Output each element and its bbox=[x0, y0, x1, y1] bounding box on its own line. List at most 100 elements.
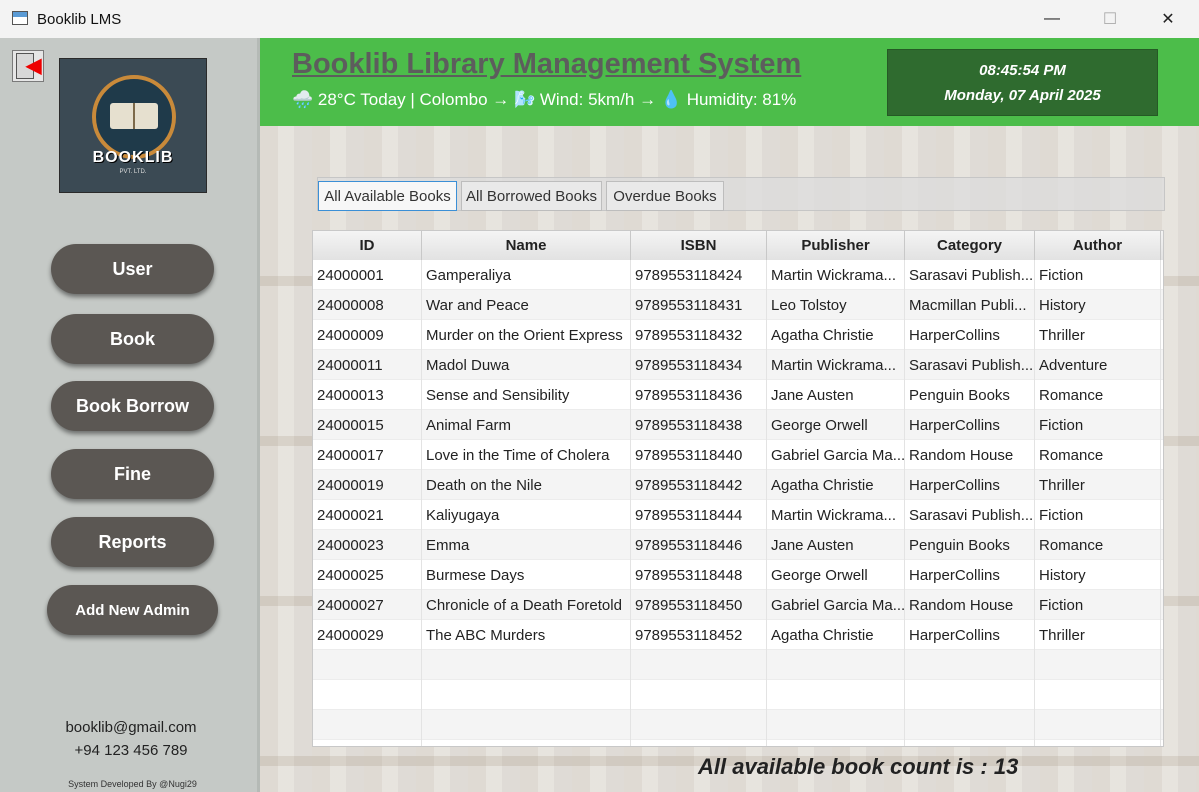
cell-id: 24000019 bbox=[313, 470, 422, 500]
window-title-bar: Booklib LMS — ☐ ✕ bbox=[0, 0, 1199, 39]
book-count-label: All available book count is : 13 bbox=[698, 754, 1019, 779]
column-header-name[interactable]: Name bbox=[422, 231, 631, 260]
cell-category: HarperCollins bbox=[905, 620, 1035, 650]
cell-author: Romance bbox=[1035, 530, 1161, 560]
logout-button[interactable]: ◀ bbox=[12, 50, 44, 82]
cell-isbn: 9789553118436 bbox=[631, 380, 767, 410]
cell-id bbox=[313, 680, 422, 710]
table-empty-row bbox=[313, 710, 1163, 740]
table-row[interactable]: 24000001 Gamperaliya 9789553118424 Martin W… bbox=[313, 260, 1163, 290]
add-new-admin-button[interactable]: Add New Admin bbox=[47, 585, 218, 635]
maximize-button[interactable]: ☐ bbox=[1081, 0, 1139, 38]
cell-isbn: 9789553118448 bbox=[631, 560, 767, 590]
open-book-icon bbox=[110, 103, 158, 129]
column-header-isbn[interactable]: ISBN bbox=[631, 231, 767, 260]
books-table[interactable]: ID Name ISBN Publisher Category Author 2… bbox=[312, 230, 1164, 747]
book-borrow-button[interactable]: Book Borrow bbox=[51, 381, 214, 431]
contact-email: booklib@gmail.com bbox=[65, 719, 197, 736]
column-header-category[interactable]: Category bbox=[905, 231, 1035, 260]
cell-name: Chronicle of a Death Foretold bbox=[422, 590, 631, 620]
tab-all-borrowed-books[interactable]: All Borrowed Books bbox=[461, 181, 602, 211]
cell-name bbox=[422, 710, 631, 740]
cell-category: Random House bbox=[905, 440, 1035, 470]
cell-id: 24000009 bbox=[313, 320, 422, 350]
reports-button[interactable]: Reports bbox=[51, 517, 214, 567]
table-empty-row bbox=[313, 680, 1163, 710]
cell-isbn: 9789553118444 bbox=[631, 500, 767, 530]
cell-category: Sarasavi Publish... bbox=[905, 350, 1035, 380]
table-row[interactable]: 24000015 Animal Farm 9789553118438 George O… bbox=[313, 410, 1163, 440]
table-row[interactable]: 24000019 Death on the Nile 9789553118442 Ag… bbox=[313, 470, 1163, 500]
cell-author: Thriller bbox=[1035, 470, 1161, 500]
table-row[interactable]: 24000009 Murder on the Orient Express 9789… bbox=[313, 320, 1163, 350]
cell-isbn: 9789553118431 bbox=[631, 290, 767, 320]
logo-text: BOOKLIB bbox=[92, 149, 174, 166]
cell-id: 24000021 bbox=[313, 500, 422, 530]
cell-name: Love in the Time of Cholera bbox=[422, 440, 631, 470]
developer-credit: System Developed By @Nugi29 bbox=[68, 779, 197, 789]
cell-category bbox=[905, 680, 1035, 710]
user-button[interactable]: User bbox=[51, 244, 214, 294]
cell-isbn: 9789553118440 bbox=[631, 440, 767, 470]
cell-isbn: 9789553118432 bbox=[631, 320, 767, 350]
cell-author: Thriller bbox=[1035, 620, 1161, 650]
booklib-logo: BOOKLIB PVT. LTD. bbox=[59, 58, 207, 193]
table-row[interactable]: 24000025 Burmese Days 9789553118448 George … bbox=[313, 560, 1163, 590]
cell-id bbox=[313, 710, 422, 740]
cell-category: HarperCollins bbox=[905, 470, 1035, 500]
table-row[interactable]: 24000027 Chronicle of a Death Foretold 978… bbox=[313, 590, 1163, 620]
cell-author bbox=[1035, 650, 1161, 680]
table-row[interactable]: 24000029 The ABC Murders 9789553118452 Agat… bbox=[313, 620, 1163, 650]
cell-isbn: 9789553118424 bbox=[631, 260, 767, 290]
cell-publisher bbox=[767, 680, 905, 710]
cell-author: History bbox=[1035, 290, 1161, 320]
cell-name: Death on the Nile bbox=[422, 470, 631, 500]
fine-button[interactable]: Fine bbox=[51, 449, 214, 499]
cell-category: HarperCollins bbox=[905, 410, 1035, 440]
app-window-icon bbox=[12, 11, 28, 25]
column-header-publisher[interactable]: Publisher bbox=[767, 231, 905, 260]
cell-name: The ABC Murders bbox=[422, 620, 631, 650]
cell-name bbox=[422, 740, 631, 746]
cell-author: Fiction bbox=[1035, 500, 1161, 530]
cell-category bbox=[905, 740, 1035, 746]
cell-category: Sarasavi Publish... bbox=[905, 260, 1035, 290]
cell-publisher: Jane Austen bbox=[767, 380, 905, 410]
header-banner: Booklib Library Management System 🌧️ 28°… bbox=[260, 38, 1199, 126]
logo-subtext: PVT. LTD. bbox=[119, 169, 147, 175]
cell-publisher: Martin Wickrama... bbox=[767, 350, 905, 380]
close-button[interactable]: ✕ bbox=[1139, 0, 1197, 38]
cell-publisher: Martin Wickrama... bbox=[767, 500, 905, 530]
contact-phone: +94 123 456 789 bbox=[74, 742, 188, 759]
column-header-author[interactable]: Author bbox=[1035, 231, 1161, 260]
table-row[interactable]: 24000011 Madol Duwa 9789553118434 Martin Wi… bbox=[313, 350, 1163, 380]
table-row[interactable]: 24000008 War and Peace 9789553118431 Leo To… bbox=[313, 290, 1163, 320]
clock-panel: 08:45:54 PM Monday, 07 April 2025 bbox=[887, 49, 1158, 116]
table-row[interactable]: 24000017 Love in the Time of Cholera 97895… bbox=[313, 440, 1163, 470]
column-header-id[interactable]: ID bbox=[313, 231, 422, 260]
weather-info: 🌧️ 28°C Today | Colombo → 🌬️ Wind: 5km/h… bbox=[292, 90, 797, 109]
cell-author bbox=[1035, 710, 1161, 740]
cell-name: Sense and Sensibility bbox=[422, 380, 631, 410]
cell-author bbox=[1035, 740, 1161, 746]
table-row[interactable]: 24000013 Sense and Sensibility 97895531184… bbox=[313, 380, 1163, 410]
table-row[interactable]: 24000023 Emma 9789553118446 Jane Austen Peng… bbox=[313, 530, 1163, 560]
cell-id bbox=[313, 740, 422, 746]
tab-all-available-books[interactable]: All Available Books bbox=[318, 181, 457, 211]
cell-id bbox=[313, 650, 422, 680]
cell-category: Penguin Books bbox=[905, 380, 1035, 410]
cell-author: History bbox=[1035, 560, 1161, 590]
table-row[interactable]: 24000021 Kaliyugaya 9789553118444 Martin Wi… bbox=[313, 500, 1163, 530]
cell-name bbox=[422, 680, 631, 710]
minimize-button[interactable]: — bbox=[1023, 0, 1081, 38]
tab-overdue-books[interactable]: Overdue Books bbox=[606, 181, 724, 211]
cell-publisher: Agatha Christie bbox=[767, 620, 905, 650]
window-title: Booklib LMS bbox=[37, 11, 122, 28]
cell-category: Penguin Books bbox=[905, 530, 1035, 560]
book-button[interactable]: Book bbox=[51, 314, 214, 364]
cell-publisher: Agatha Christie bbox=[767, 470, 905, 500]
cell-publisher: Gabriel Garcia Ma... bbox=[767, 590, 905, 620]
cell-category: Random House bbox=[905, 590, 1035, 620]
cell-name: Gamperaliya bbox=[422, 260, 631, 290]
cell-name: Animal Farm bbox=[422, 410, 631, 440]
